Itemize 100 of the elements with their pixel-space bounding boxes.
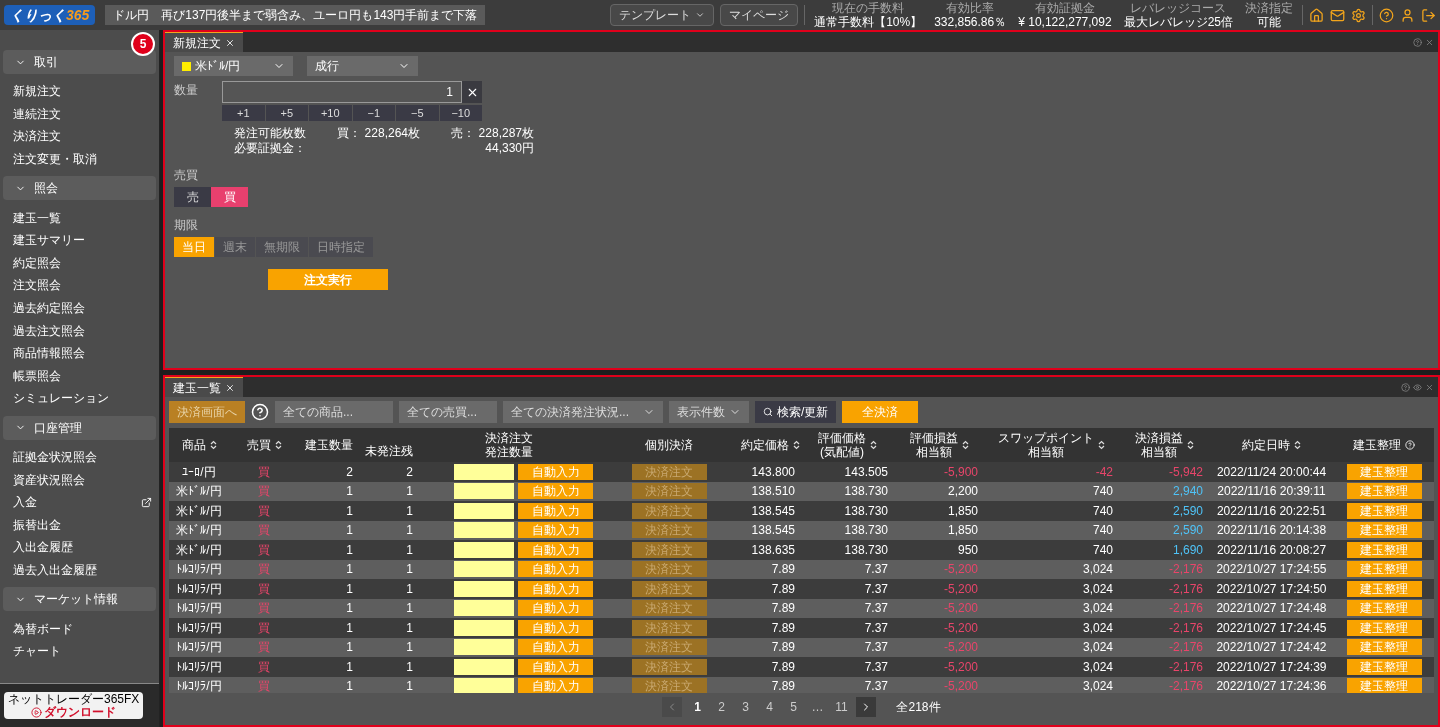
expiry-toggle[interactable]: 無期限 xyxy=(256,237,308,257)
panel-tab[interactable]: 建玉一覧 xyxy=(165,377,243,397)
side-toggle[interactable]: 買 xyxy=(211,187,248,207)
sidebar-item[interactable]: 商品情報照会 xyxy=(13,344,85,363)
page-button[interactable]: 3 xyxy=(736,697,755,717)
page-button[interactable]: 2 xyxy=(712,697,731,717)
filter-field[interactable]: 全ての売買... xyxy=(399,401,497,423)
sidebar-item[interactable]: 過去注文照会 xyxy=(13,321,85,340)
download-banner[interactable]: ネットトレーダー365FX ダウンロード xyxy=(4,692,144,719)
time-cell-text: 2022/11/16 20:22:51 xyxy=(1216,502,1327,520)
sidebar-item[interactable]: 注文変更・取消 xyxy=(13,150,97,169)
next-page-button[interactable] xyxy=(856,697,877,717)
close-icon[interactable] xyxy=(1425,382,1434,392)
clear-button[interactable] xyxy=(462,81,482,103)
step-button[interactable]: −1 xyxy=(352,105,395,121)
sort-icon[interactable] xyxy=(1294,440,1301,450)
sidebar-item[interactable]: 振替出金 xyxy=(13,515,61,534)
settings-icon[interactable] xyxy=(1351,7,1366,23)
panel-tab[interactable]: 新規注文 xyxy=(165,32,243,52)
step-button[interactable]: +10 xyxy=(309,105,352,121)
logout-icon[interactable] xyxy=(1421,7,1436,23)
price-cell-text: 7.89 xyxy=(771,639,795,657)
settle-screen-button[interactable]: 決済画面へ xyxy=(169,401,245,423)
sidebar-item[interactable]: 建玉一覧 xyxy=(13,208,61,227)
order-quantity-field[interactable] xyxy=(454,678,514,693)
sort-icon[interactable] xyxy=(209,440,217,450)
stat-value: 最大レバレッジ25倍 xyxy=(1123,16,1233,28)
order-quantity-field[interactable] xyxy=(454,639,514,656)
order-quantity-field[interactable] xyxy=(454,502,514,519)
sidebar-item[interactable]: 入出金履歴 xyxy=(13,538,73,557)
sidebar-item[interactable]: 為替ボード xyxy=(13,619,73,638)
quantity-field[interactable]: 1 xyxy=(222,81,462,103)
page-button[interactable]: 1 xyxy=(688,697,707,717)
close-icon[interactable] xyxy=(1425,37,1434,47)
sidebar-item[interactable]: 連続注文 xyxy=(13,104,61,123)
order-quantity-field[interactable] xyxy=(454,541,514,558)
sidebar-item[interactable]: 注文照会 xyxy=(13,276,61,295)
close-icon[interactable] xyxy=(225,37,235,48)
step-button[interactable]: −10 xyxy=(439,105,482,121)
page-button[interactable]: 11 xyxy=(832,697,851,717)
eye-icon[interactable] xyxy=(1413,382,1422,392)
header-button[interactable]: テンプレート xyxy=(610,4,715,26)
sidebar-section-header[interactable]: マーケット情報 xyxy=(3,587,156,612)
sort-icon[interactable] xyxy=(961,440,969,450)
sidebar-item[interactable]: 資産状況照会 xyxy=(13,470,85,489)
step-button[interactable]: +1 xyxy=(222,105,265,121)
step-button[interactable]: +5 xyxy=(265,105,308,121)
order-quantity-field[interactable] xyxy=(454,522,514,539)
page-button[interactable]: … xyxy=(808,697,827,717)
header-button[interactable]: マイページ xyxy=(720,4,799,26)
filter-field[interactable]: 全ての商品... xyxy=(275,401,393,423)
sidebar-item[interactable]: 決済注文 xyxy=(13,127,61,146)
mail-icon[interactable] xyxy=(1330,7,1345,23)
order-quantity-field[interactable] xyxy=(454,580,514,597)
order-quantity-field[interactable] xyxy=(454,561,514,578)
sort-icon[interactable] xyxy=(274,440,282,450)
symbol-select[interactable]: 米ﾄﾞﾙ/円 xyxy=(174,56,293,76)
sort-icon[interactable] xyxy=(1098,440,1105,450)
logo[interactable]: くりっく365 xyxy=(4,5,96,25)
help-icon[interactable] xyxy=(1379,7,1394,23)
filter-field[interactable]: 表示件数 xyxy=(669,401,749,423)
close-icon[interactable] xyxy=(225,382,235,393)
news-ticker[interactable]: ドル円 再び137円後半まで弱含み、ユーロ円も143円手前まで下落 xyxy=(105,5,486,25)
order-quantity-field[interactable] xyxy=(454,658,514,675)
order-type-select[interactable]: 成行 xyxy=(307,56,418,76)
eval-pnl-cell-text: 2,200 xyxy=(947,483,978,501)
order-quantity-field[interactable] xyxy=(454,463,514,480)
order-quantity-field[interactable] xyxy=(454,619,514,636)
sort-icon[interactable] xyxy=(870,440,877,450)
sidebar-item[interactable]: 新規注文 xyxy=(13,82,61,101)
eval-price-cell-text: 7.37 xyxy=(864,619,888,637)
user-icon[interactable] xyxy=(1400,7,1415,23)
page-button[interactable]: 5 xyxy=(784,697,803,717)
sidebar-section-header[interactable]: 口座管理 xyxy=(3,415,156,440)
sidebar-item[interactable]: 帳票照会 xyxy=(13,366,61,385)
filter-field[interactable]: 全ての決済発注状況... xyxy=(503,401,663,423)
page-button[interactable]: 4 xyxy=(760,697,779,717)
sidebar-item[interactable]: チャート xyxy=(13,642,61,661)
sort-icon[interactable] xyxy=(792,440,800,450)
order-quantity-field[interactable] xyxy=(454,600,514,617)
sidebar-item[interactable]: シミュレーション xyxy=(13,389,109,408)
sidebar-section-header[interactable]: 取引 xyxy=(3,50,156,74)
sidebar-item[interactable]: 過去入出金履歴 xyxy=(13,561,97,579)
home-icon[interactable] xyxy=(1309,7,1324,23)
expiry-toggle[interactable]: 日時指定 xyxy=(309,237,373,257)
price-cell-text: 7.89 xyxy=(771,600,795,618)
side-toggle[interactable]: 売 xyxy=(174,187,211,207)
stat-label: 決済指定 xyxy=(1245,2,1293,14)
sidebar-item[interactable]: 約定照会 xyxy=(13,253,61,272)
sort-icon[interactable] xyxy=(1186,440,1194,450)
sidebar-item[interactable]: 証拠金状況照会 xyxy=(13,448,97,466)
sidebar-item[interactable]: 過去約定照会 xyxy=(13,299,85,318)
search-button[interactable]: 検索/更新 xyxy=(755,401,837,423)
order-quantity-field[interactable] xyxy=(454,483,514,500)
step-button[interactable]: −5 xyxy=(396,105,439,121)
sidebar-item[interactable]: 入金 xyxy=(13,493,37,512)
swap-cell-text: 740 xyxy=(1092,483,1113,501)
sidebar-section-header[interactable]: 照会 xyxy=(3,176,156,201)
expiry-toggle[interactable]: 週末 xyxy=(215,237,255,257)
sidebar-item[interactable]: 建玉サマリー xyxy=(13,231,85,250)
